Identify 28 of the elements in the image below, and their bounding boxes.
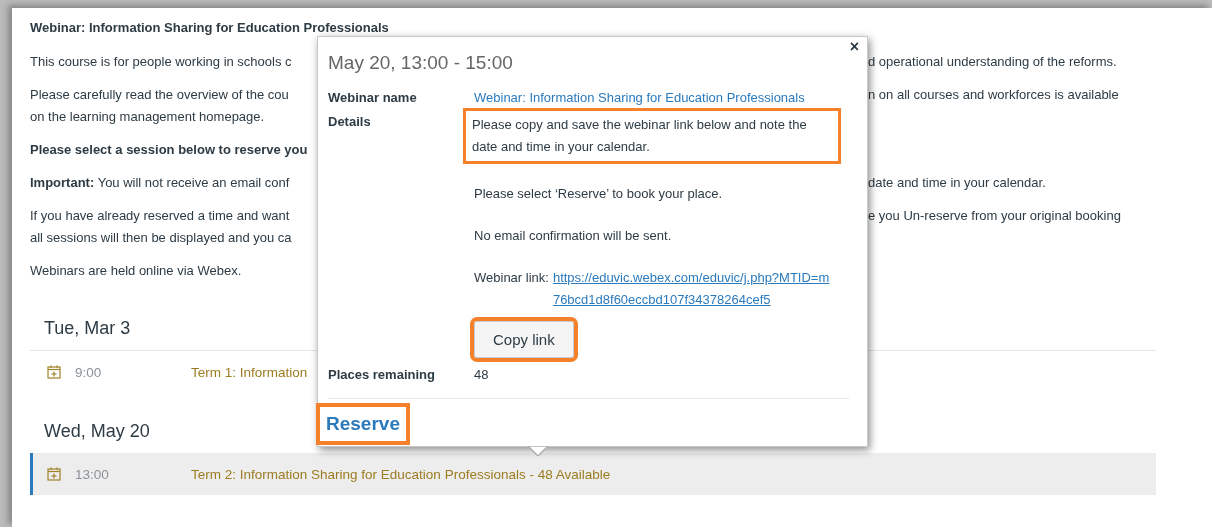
paragraph-text: on the learning management homepage. — [30, 108, 266, 126]
paragraph-text: e you Un-reserve from your original booking — [868, 207, 1122, 225]
session-title: Term 2: Information Sharing for Education Professionals - 48 Available — [191, 466, 611, 482]
paragraph-text: This course is for people working in schools c — [30, 53, 293, 71]
popover-title: May 20, 13:00 - 15:00 — [328, 51, 514, 75]
paragraph-text: If you have already reserved a time and want — [30, 207, 291, 225]
paragraph-text: Important: You will not receive an email conf — [30, 174, 291, 192]
details-text: Please select ‘Reserve’ to book your place. — [474, 185, 724, 203]
field-label: Places remaining — [328, 366, 436, 384]
paragraph-text: Webinars are held online via Webex. — [30, 262, 243, 280]
date-heading: Tue, Mar 3 — [44, 318, 131, 338]
session-title: Term 1: Information — [191, 364, 308, 380]
paragraph-text: Please carefully read the overview of the cou — [30, 86, 290, 104]
link-label: Webinar link: — [474, 269, 549, 287]
session-time: 13:00 — [75, 466, 110, 482]
paragraph-text: n on all courses and workforces is available — [868, 86, 1120, 104]
paragraph-text: date and time in your calendar. — [868, 174, 1047, 192]
paragraph-text: all sessions will then be displayed and you ca — [30, 229, 293, 247]
field-label: Webinar name — [328, 89, 418, 107]
places-value: 48 — [474, 366, 490, 384]
details-text: No email confirmation will be sent. — [474, 227, 673, 245]
date-heading: Wed, May 20 — [44, 421, 150, 441]
session-time: 9:00 — [75, 364, 103, 380]
course-heading: Webinar: Information Sharing for Education Professionals — [30, 20, 390, 35]
paragraph-text: d operational understanding of the reforms. — [868, 53, 1118, 71]
details-text: Please copy and save the webinar link below and note the date and time in your calendar. — [466, 111, 838, 161]
field-label: Details — [328, 113, 372, 131]
paragraph-text: Please select a session below to reserve you — [30, 141, 309, 159]
